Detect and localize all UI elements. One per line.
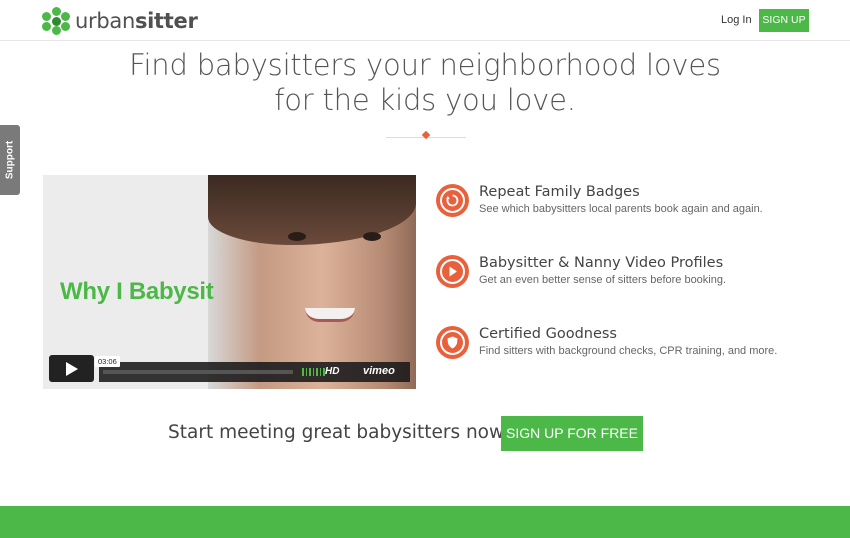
video-player[interactable]: Why I Babysit HD vimeo 03:06 [43,175,416,389]
vimeo-logo[interactable]: vimeo [363,365,395,377]
urbansitter-logo[interactable]: urbansitter [42,7,198,35]
play-icon [66,362,78,376]
header-signup-button[interactable]: SIGN UP [759,9,809,32]
site-header: urbansitter Log In SIGN UP [0,0,850,41]
feature-title: Repeat Family Badges [479,184,640,200]
support-tab[interactable]: Support [0,125,20,195]
video-timecode: 03:06 [95,356,120,367]
cta-text: Start meeting great babysitters now. [168,422,509,443]
volume-icon[interactable] [302,368,325,376]
video-thumbnail-smile [305,308,355,322]
repeat-badge-icon [436,184,469,217]
video-caption: Why I Babysit [60,278,214,305]
feature-description: Find sitters with background checks, CPR… [479,345,778,357]
logo-wordmark-bold: sitter [134,9,198,33]
shield-icon [436,326,469,359]
feature-description: See which babysitters local parents book… [479,203,763,215]
hero-title-line2: for the kids you love. [274,83,576,117]
logo-wordmark-light: urban [75,9,135,33]
signup-for-free-button[interactable]: SIGN UP FOR FREE [501,416,643,451]
video-control-bar: HD vimeo [99,362,410,382]
feature-title: Babysitter & Nanny Video Profiles [479,255,724,271]
logo-flower-icon [42,7,70,35]
login-link[interactable]: Log In [721,14,752,26]
video-play-icon [436,255,469,288]
logo-wordmark: urbansitter [75,9,198,33]
video-progress-bar[interactable] [103,370,293,374]
hero-title-line1: Find babysitters your neighborhood loves [129,48,721,82]
video-thumbnail-eye [363,232,381,241]
video-play-button[interactable] [49,355,94,382]
hd-toggle[interactable]: HD [325,366,339,377]
feature-title: Certified Goodness [479,326,617,342]
hero-title: Find babysitters your neighborhood loves… [0,48,850,118]
feature-description: Get an even better sense of sitters befo… [479,274,727,286]
footer-band [0,506,850,538]
video-thumbnail-eye [288,232,306,241]
support-tab-label: Support [4,140,16,180]
